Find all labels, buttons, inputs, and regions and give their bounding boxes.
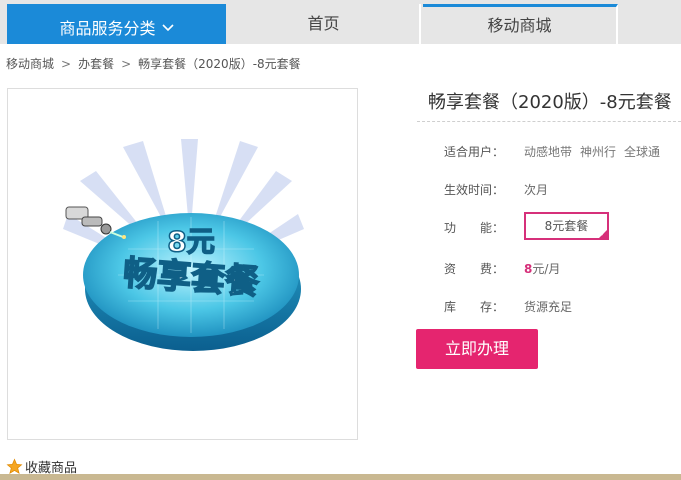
breadcrumb: 移动商城 > 办套餐 > 畅享套餐（2020版）-8元套餐: [6, 55, 301, 72]
category-menu-label: 商品服务分类: [59, 19, 156, 38]
stock-label: 库 存：: [444, 300, 505, 314]
breadcrumb-separator: >: [121, 57, 132, 71]
top-nav: 商品服务分类 首页 移动商城: [0, 0, 681, 44]
users-label: 适合用户：: [444, 145, 505, 159]
title-divider: [417, 121, 681, 122]
breadcrumb-item-mall[interactable]: 移动商城: [6, 57, 54, 71]
effective-label: 生效时间：: [444, 183, 505, 197]
stock-row: 库 存：: [444, 298, 514, 315]
nav-mall-link[interactable]: 移动商城: [423, 4, 618, 44]
user-tag-easyown: 神州行: [580, 145, 617, 159]
effective-value: 次月: [524, 183, 549, 197]
fee-unit: 元/月: [532, 262, 561, 276]
plan-option-label: 8元套餐: [544, 219, 589, 233]
product-image: 8元 畅享套餐: [7, 88, 358, 440]
function-label: 功 能：: [444, 221, 505, 235]
breadcrumb-separator: >: [61, 57, 72, 71]
fee-label: 资 费：: [444, 262, 505, 276]
effective-row: 生效时间：: [444, 181, 514, 198]
nav-home-link[interactable]: 首页: [228, 4, 421, 44]
category-menu-button[interactable]: 商品服务分类: [7, 4, 226, 44]
stock-value: 货源充足: [524, 300, 573, 314]
plan-option-selected[interactable]: 8元套餐 ✓: [524, 212, 609, 240]
product-title: 畅享套餐（2020版）-8元套餐: [428, 92, 672, 113]
nav-spacer: [620, 4, 681, 44]
breadcrumb-item-current: 畅享套餐（2020版）-8元套餐: [138, 57, 301, 71]
breadcrumb-item-plans[interactable]: 办套餐: [78, 57, 114, 71]
user-tag-gotone: 全球通: [624, 145, 661, 159]
users-row: 适合用户：: [444, 143, 514, 160]
fee-row: 资 费：: [444, 260, 514, 277]
image-price-text: 8元: [167, 225, 214, 258]
users-values: 动感地带 神州行 全球通: [524, 143, 668, 160]
check-icon: ✓: [600, 230, 606, 238]
chevron-down-icon: [161, 7, 174, 47]
footer-strip: [0, 474, 681, 480]
apply-now-button[interactable]: 立即办理: [416, 329, 538, 369]
function-row: 功 能：: [444, 219, 514, 236]
user-tag-mzone: 动感地带: [524, 145, 573, 159]
fee-value: 8元/月: [524, 260, 560, 277]
